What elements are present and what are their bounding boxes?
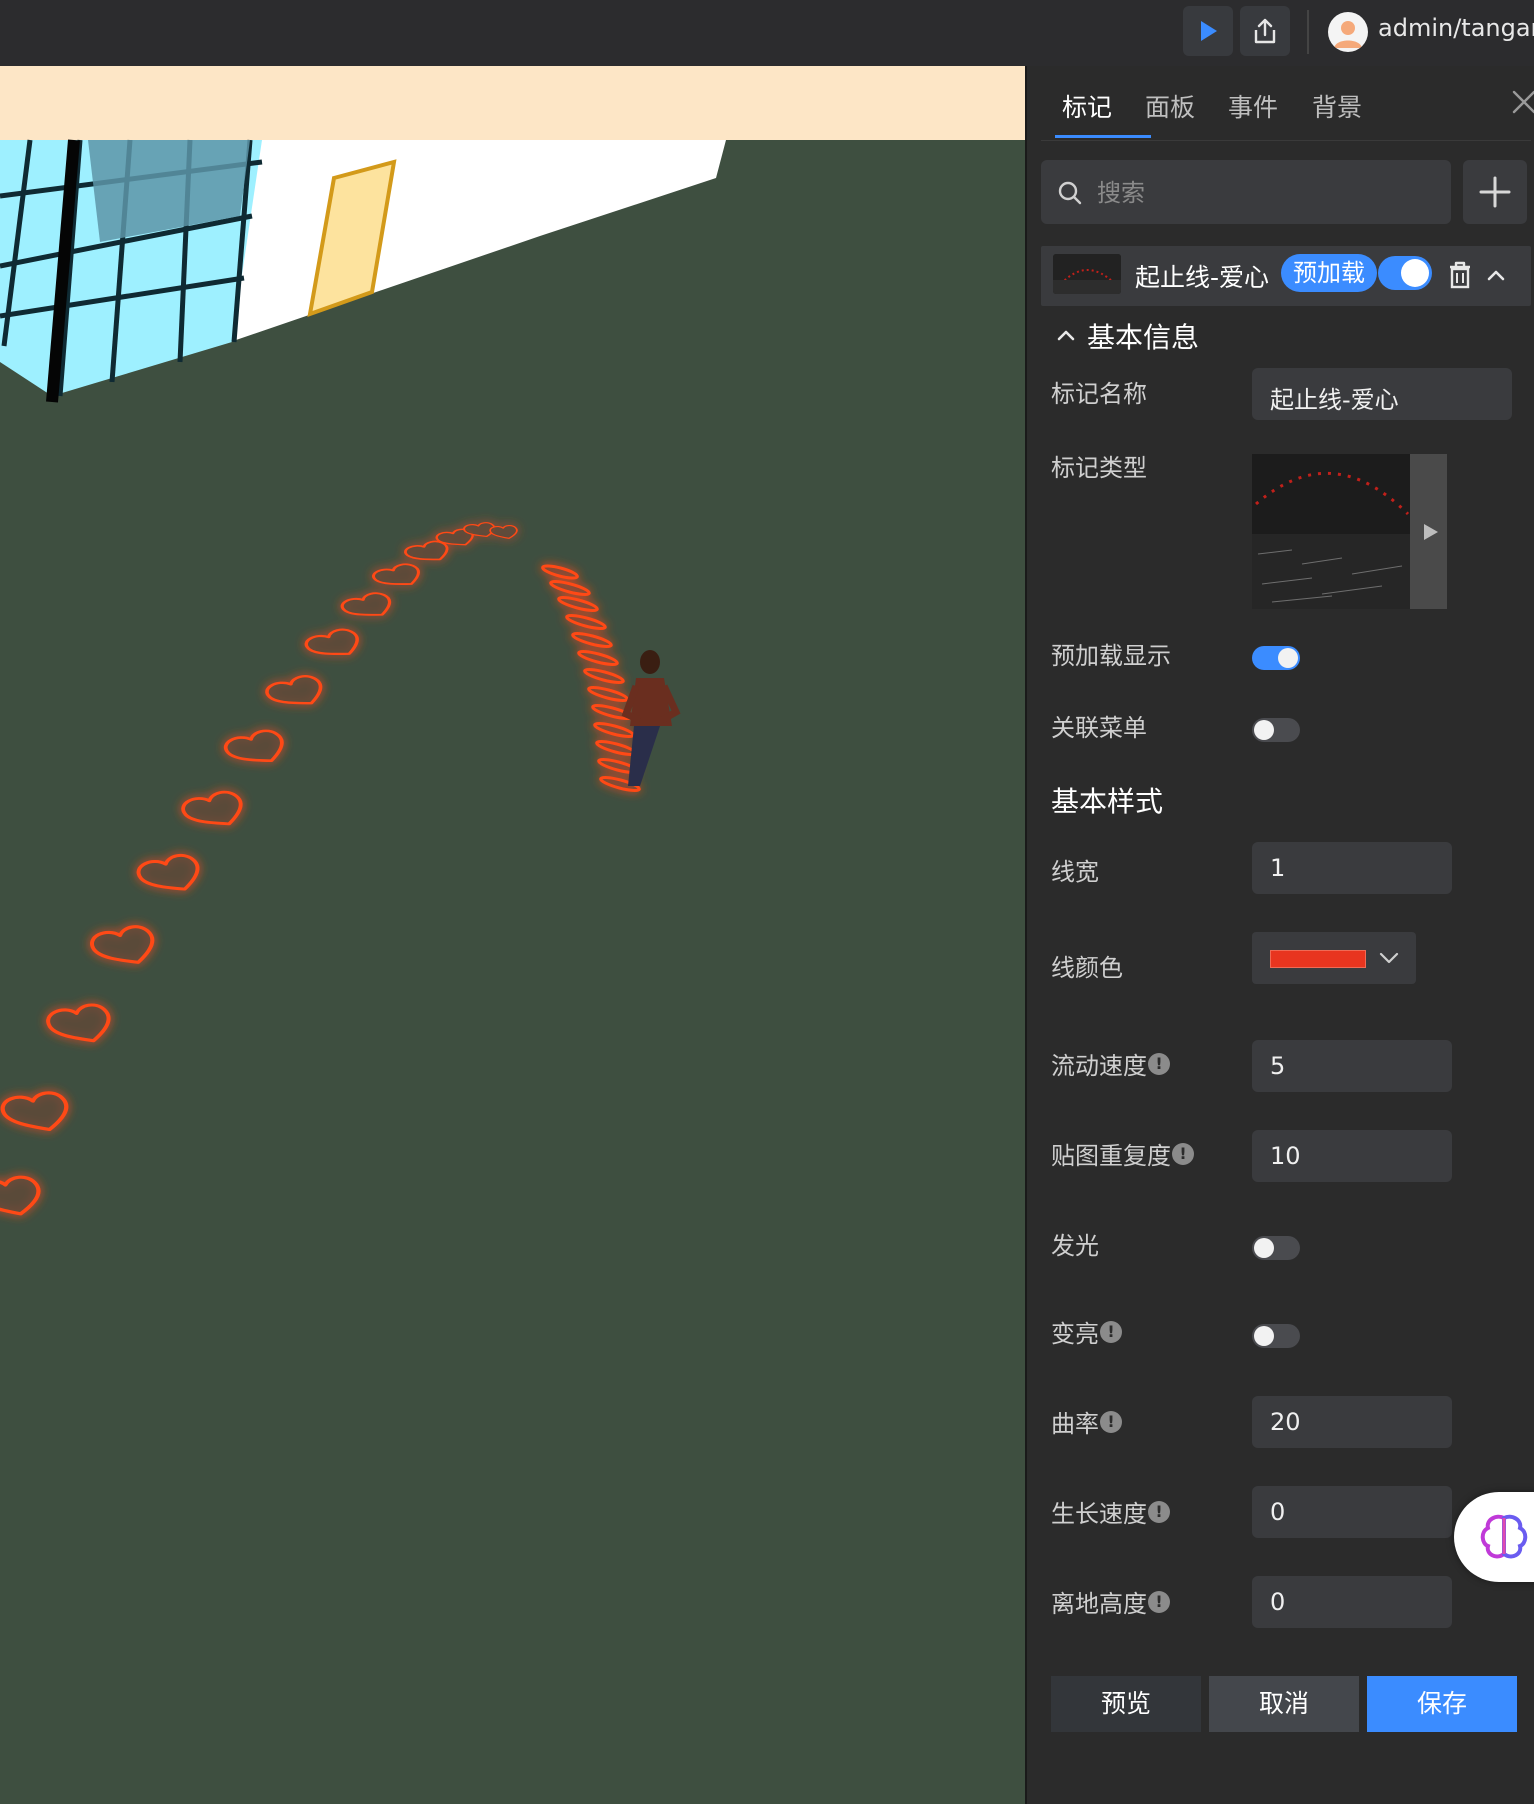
texture-repeat-value: 10 [1270,1142,1301,1170]
ground-height-input[interactable]: 0 [1252,1576,1452,1628]
line-color-picker[interactable] [1252,932,1416,984]
user-avatar-icon [1334,21,1362,48]
ai-assistant-button[interactable] [1454,1492,1534,1582]
tab-background[interactable]: 背景 [1312,88,1362,124]
save-button[interactable]: 保存 [1367,1676,1517,1732]
scene-canvas [0,66,1025,1804]
texture-repeat-label: 贴图重复度! [1051,1136,1194,1171]
cancel-button[interactable]: 取消 [1209,1676,1359,1732]
linked-menu-label: 关联菜单 [1051,714,1147,742]
glow-toggle[interactable] [1252,1236,1300,1260]
growth-speed-value: 0 [1270,1498,1286,1526]
search-box [1041,160,1451,226]
collapse-section-icon[interactable] [1055,324,1077,346]
close-icon[interactable] [1510,88,1534,116]
linked-menu-toggle[interactable] [1252,718,1300,742]
active-tab-indicator [1055,135,1151,138]
play-icon [1201,21,1217,41]
add-marker-button[interactable] [1463,160,1527,224]
chevron-down-icon [1379,952,1399,964]
info-icon: ! [1148,1052,1170,1075]
section-basic-style: 基本样式 [1051,785,1164,818]
top-bar: admin/tangan [0,0,1534,67]
tab-events[interactable]: 事件 [1228,88,1278,124]
flow-speed-label: 流动速度! [1051,1046,1170,1081]
marker-list-item[interactable]: 起止线-爱心 预加载 [1041,246,1531,306]
flow-speed-input[interactable]: 5 [1252,1040,1452,1092]
plus-icon [1479,176,1511,208]
curvature-label: 曲率! [1051,1404,1122,1439]
line-width-label: 线宽 [1051,858,1099,886]
ground-height-value: 0 [1270,1588,1286,1616]
avatar[interactable] [1328,12,1368,52]
tab-panel[interactable]: 面板 [1145,88,1195,124]
marker-name-label: 标记名称 [1051,380,1147,408]
ground-height-label: 离地高度! [1051,1584,1170,1619]
scene-viewport[interactable] [0,66,1025,1804]
panel-tabs: 标记 面板 事件 背景 [1041,66,1531,141]
search-input[interactable] [1095,160,1439,226]
user-name[interactable]: admin/tangan [1378,14,1534,42]
marker-type-label: 标记类型 [1051,454,1147,482]
marker-type-selector[interactable] [1252,454,1447,609]
info-icon: ! [1172,1142,1194,1165]
glow-label: 发光 [1051,1232,1099,1260]
marker-name-field[interactable]: 起止线-爱心 [1252,368,1512,420]
section-basic-info[interactable]: 基本信息 [1087,316,1199,356]
curvature-input[interactable]: 20 [1252,1396,1452,1448]
info-icon: ! [1100,1320,1122,1343]
brighten-toggle[interactable] [1252,1324,1300,1348]
marker-type-thumbnail [1252,454,1447,609]
tab-markers[interactable]: 标记 [1062,88,1112,124]
brighten-label: 变亮! [1051,1314,1122,1349]
info-icon: ! [1100,1410,1122,1433]
flow-speed-value: 5 [1270,1052,1286,1080]
preload-badge: 预加载 [1281,254,1377,292]
line-width-value: 1 [1270,854,1286,882]
marker-name-value: 起止线-爱心 [1270,386,1399,414]
preload-display-label: 预加载显示 [1051,642,1171,670]
share-icon [1254,18,1276,44]
growth-speed-input[interactable]: 0 [1252,1486,1452,1538]
marker-thumbnail [1053,254,1121,294]
marker-enable-toggle[interactable] [1378,256,1432,290]
color-swatch [1270,950,1366,968]
play-button[interactable] [1183,6,1233,56]
preview-button[interactable]: 预览 [1051,1676,1201,1732]
info-icon: ! [1148,1500,1170,1523]
divider [1307,10,1309,54]
search-icon [1058,181,1082,205]
info-icon: ! [1148,1590,1170,1613]
brain-icon [1480,1514,1528,1559]
line-color-label: 线颜色 [1051,954,1123,982]
line-width-input[interactable]: 1 [1252,842,1452,894]
texture-repeat-input[interactable]: 10 [1252,1130,1452,1182]
curvature-value: 20 [1270,1408,1301,1436]
preload-display-toggle[interactable] [1252,646,1300,670]
marker-name: 起止线-爱心 [1135,263,1270,292]
share-button[interactable] [1240,6,1290,56]
chevron-up-icon[interactable] [1485,264,1507,286]
growth-speed-label: 生长速度! [1051,1494,1170,1529]
delete-icon[interactable] [1447,260,1473,290]
